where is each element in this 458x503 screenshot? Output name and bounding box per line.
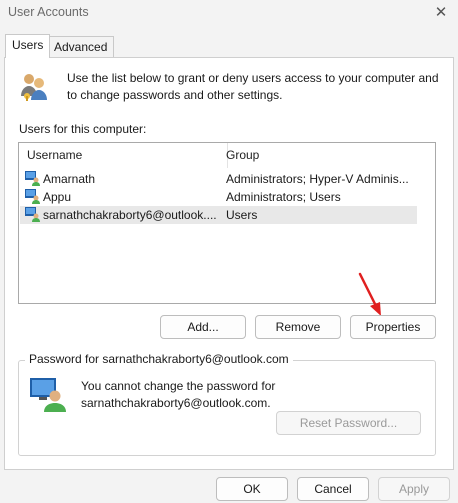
user-account-icon — [30, 378, 66, 412]
username-cell: Amarnath — [43, 172, 96, 186]
remove-button[interactable]: Remove — [255, 315, 341, 339]
list-scrollbar-area[interactable] — [417, 143, 435, 303]
annotation-arrow-icon — [358, 272, 381, 316]
ok-button[interactable]: OK — [216, 477, 288, 501]
user-icon — [25, 189, 40, 204]
cancel-button[interactable]: Cancel — [297, 477, 369, 501]
close-icon[interactable]: ✕ — [432, 3, 450, 21]
intro-text: Use the list below to grant or deny user… — [67, 71, 439, 102]
table-row-selected[interactable]: sarnathchakraborty6@outlook.... Users — [20, 206, 417, 224]
reset-password-button[interactable]: Reset Password... — [276, 411, 421, 435]
add-button[interactable]: Add... — [160, 315, 246, 339]
column-header-username[interactable]: Username — [19, 143, 228, 168]
table-row[interactable]: Amarnath Administrators; Hyper-V Adminis… — [20, 170, 417, 188]
apply-button[interactable]: Apply — [378, 477, 450, 501]
tab-users[interactable]: Users — [5, 34, 51, 58]
user-icon — [25, 171, 40, 186]
tab-advanced[interactable]: Advanced — [47, 36, 115, 57]
properties-button[interactable]: Properties — [350, 315, 436, 339]
column-header-group[interactable]: Group — [220, 143, 423, 168]
password-group-legend: Password for sarnathchakraborty6@outlook… — [25, 352, 293, 366]
users-list-label: Users for this computer: — [19, 122, 147, 136]
user-icon — [25, 207, 40, 222]
users-icon — [21, 74, 47, 101]
password-message-line2: sarnathchakraborty6@outlook.com. — [81, 396, 271, 410]
group-cell: Users — [226, 208, 258, 222]
group-cell: Administrators; Hyper-V Adminis... — [226, 172, 409, 186]
username-cell: Appu — [43, 190, 72, 204]
table-row[interactable]: Appu Administrators; Users — [20, 188, 417, 206]
password-message: You cannot change the password for sarna… — [81, 378, 275, 412]
window-title: User Accounts — [8, 5, 89, 19]
group-cell: Administrators; Users — [226, 190, 341, 204]
password-message-line1: You cannot change the password for — [81, 379, 276, 393]
username-cell: sarnathchakraborty6@outlook.... — [43, 208, 217, 222]
